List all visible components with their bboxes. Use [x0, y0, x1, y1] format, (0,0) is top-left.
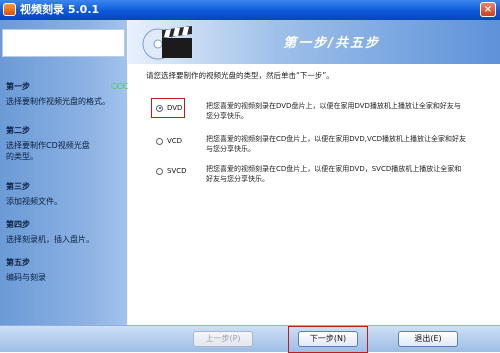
svcd-label: SVCD [167, 167, 187, 175]
dvd-description: 把您喜爱的视频刻录在DVD盘片上，以便在家用DVD播放机上播放让全家和好友与您分… [206, 102, 461, 120]
exit-button[interactable]: 退出(E) [398, 331, 458, 347]
instruction-text: 请您选择要制作的视频光盘的类型，然后单击“下一步”。 [146, 71, 334, 80]
step-desc: 添加视频文件。 [6, 197, 62, 206]
close-button[interactable]: × [480, 2, 496, 17]
vcd-label: VCD [167, 137, 183, 145]
prev-button[interactable]: 上一步(P) [193, 331, 253, 347]
step-name: 第一步 [6, 82, 30, 91]
sidebar-footer [0, 325, 128, 352]
svcd-radio[interactable] [156, 167, 163, 175]
step-name: 第三步 [6, 182, 30, 191]
step-desc: 选择要制作CD视频光盘的类型。 [6, 141, 90, 161]
title-bar[interactable]: 视频刻录 5.0.1 × [0, 0, 500, 20]
step-item-5: 第五步 编码与刻录 [6, 258, 126, 283]
svcd-description: 把您喜爱的视频刻录在CD盘片上，以便在家用DVD，SVCD播放机上播放让全家和好… [206, 165, 462, 183]
step-item-1: 第一步 ○○○ 选择要制作视频光盘的格式。 [6, 81, 130, 107]
step-name: 第四步 [6, 220, 30, 229]
step-item-3: 第三步 添加视频文件。 [6, 182, 126, 207]
app-window: 视频刻录 5.0.1 × 第一步 ○○○ 选择要制作视频光盘的格式。 第二步 选… [0, 0, 500, 353]
sidebar-banner [2, 29, 125, 57]
next-button[interactable]: 下一步(N) [298, 331, 358, 347]
app-icon [3, 3, 16, 16]
active-step-indicator: ○○○ [111, 81, 130, 90]
sidebar: 第一步 ○○○ 选择要制作视频光盘的格式。 第二步 选择要制作CD视频光盘的类型… [0, 20, 130, 325]
step-name: 第五步 [6, 258, 30, 267]
step-item-2: 第二步 选择要制作CD视频光盘的类型。 [6, 126, 126, 162]
button-bar: 上一步(P) 下一步(N) 退出(E) [128, 325, 500, 353]
vcd-radio[interactable] [156, 137, 163, 145]
dvd-radio[interactable] [156, 104, 163, 112]
step-desc: 编码与刻录 [6, 273, 46, 282]
step-desc: 选择刻录机，插入盘片。 [6, 235, 94, 244]
step-name: 第二步 [6, 126, 30, 135]
step-desc: 选择要制作视频光盘的格式。 [6, 97, 110, 106]
step-title: 第一步/共五步 [283, 36, 380, 51]
window-title: 视频刻录 5.0.1 [20, 3, 100, 16]
step-item-4: 第四步 选择刻录机，插入盘片。 [6, 220, 126, 245]
disc-clapboard-logo-icon [142, 26, 192, 60]
wizard-header: 第一步/共五步 [128, 20, 500, 64]
dvd-label: DVD [167, 104, 183, 112]
main-content: 请您选择要制作的视频光盘的类型，然后单击“下一步”。 DVD 把您喜爱的视频刻录… [128, 64, 500, 325]
vcd-description: 把您喜爱的视频刻录在CD盘片上，以便在家用DVD,VCD播放机上播放让全家和好友… [206, 135, 467, 153]
